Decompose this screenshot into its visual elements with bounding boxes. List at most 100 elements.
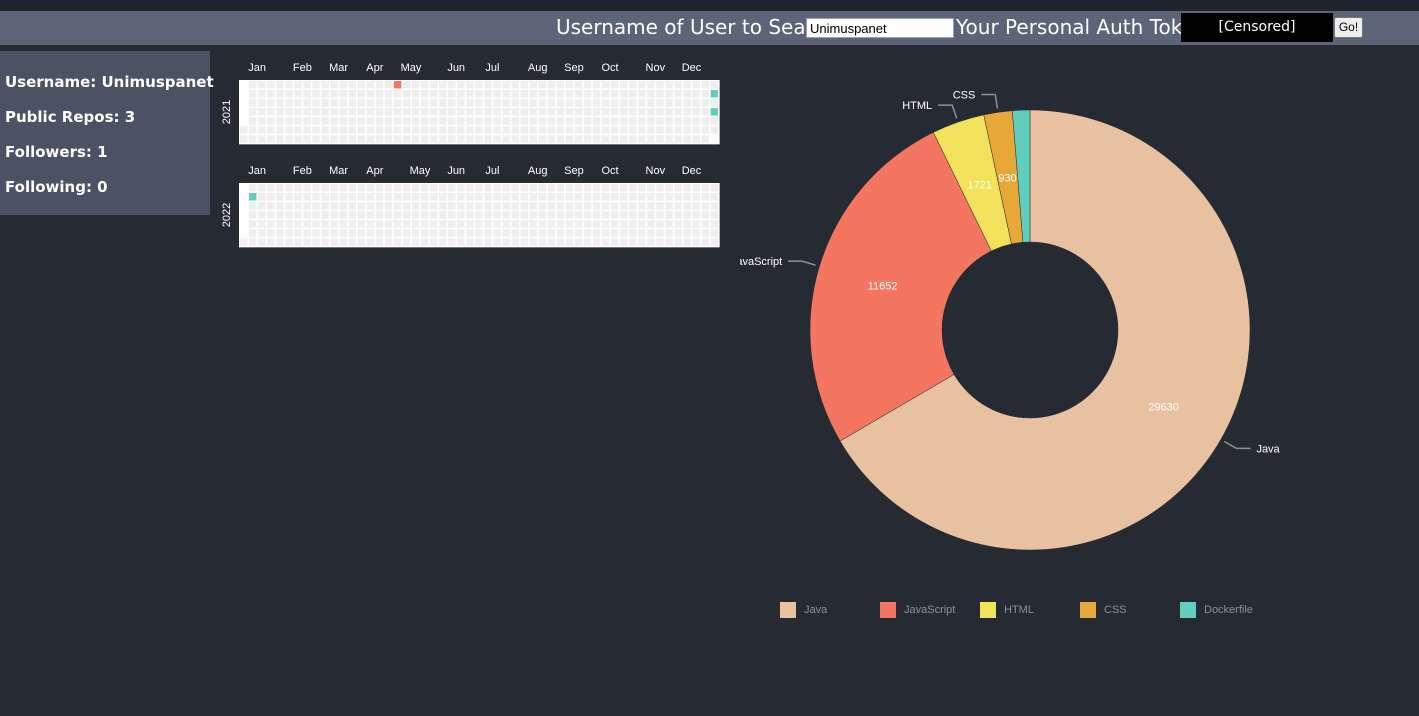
- calendar-day: [538, 135, 547, 143]
- calendar-day: [421, 202, 429, 210]
- slice-link-line: [1223, 440, 1251, 450]
- calendar-day: [592, 108, 601, 116]
- username-search-input[interactable]: [806, 18, 954, 38]
- calendar-day: [592, 117, 601, 125]
- calendar-day: [267, 238, 275, 246]
- calendar-day: [339, 184, 347, 192]
- calendar-day: [592, 135, 601, 143]
- calendar-day: [366, 238, 375, 246]
- calendar-day: [357, 238, 366, 246]
- auth-token-input[interactable]: [Censored]: [1181, 13, 1333, 42]
- calendar-day: [602, 184, 610, 192]
- calendar-day: [592, 238, 601, 246]
- calendar-day: [439, 126, 447, 134]
- calendar-day: [384, 211, 393, 219]
- calendar-day: [692, 135, 700, 143]
- calendar-day: [267, 108, 275, 116]
- calendar-day: [611, 117, 619, 125]
- calendar-day: [701, 193, 709, 201]
- calendar-month-label: Oct: [601, 165, 618, 177]
- calendar-day: [647, 126, 655, 134]
- calendar-day: [602, 108, 610, 116]
- calendar-day: [303, 117, 311, 125]
- calendar-day: [520, 135, 528, 143]
- calendar-day: [258, 126, 266, 134]
- calendar-day: [656, 117, 664, 125]
- calendar-day: [330, 126, 338, 134]
- legend-label-css: CSS: [1104, 604, 1127, 616]
- calendar-day: [267, 211, 275, 219]
- calendar-day: [665, 117, 673, 125]
- calendar-day: [375, 211, 384, 219]
- calendar-day: [294, 81, 302, 89]
- calendar-day: [393, 229, 402, 237]
- calendar-day: [421, 99, 429, 107]
- calendar-day: [448, 193, 456, 201]
- calendar-day: [439, 202, 447, 210]
- calendar-day: [638, 184, 646, 192]
- legend-label-html: HTML: [1004, 604, 1034, 616]
- calendar-day: [384, 135, 393, 143]
- calendar-day: [701, 108, 709, 116]
- calendar-day: [430, 90, 438, 98]
- calendar-day: [538, 99, 547, 107]
- calendar-day: [312, 184, 320, 192]
- calendar-day: [402, 184, 411, 192]
- calendar-day: [620, 135, 628, 143]
- calendar-day: [312, 117, 320, 125]
- calendar-day: [493, 99, 501, 107]
- calendar-day: [411, 202, 420, 210]
- calendar-day: [520, 99, 528, 107]
- calendar-day: [457, 135, 465, 143]
- calendar-day: [439, 81, 447, 89]
- calendar-day: [484, 117, 492, 125]
- calendar-day: [611, 229, 619, 237]
- calendar-day: [620, 202, 628, 210]
- go-button[interactable]: Go!: [1334, 17, 1363, 38]
- calendar-day: [511, 99, 519, 107]
- calendar-day: [502, 193, 510, 201]
- calendar-day: [629, 126, 637, 134]
- calendar-day: [457, 220, 465, 228]
- calendar-day: [511, 229, 519, 237]
- calendar-day: [421, 117, 429, 125]
- calendar-day: [258, 90, 266, 98]
- calendar-day: [249, 238, 257, 246]
- calendar-month-label: Apr: [366, 62, 383, 74]
- calendar-day: [448, 117, 456, 125]
- calendar-day: [267, 202, 275, 210]
- calendar-day: [240, 126, 248, 134]
- calendar-day: [638, 135, 646, 143]
- calendar-day: [312, 135, 320, 143]
- calendar-day: [339, 126, 347, 134]
- calendar-day: [502, 81, 510, 89]
- calendar-day: [421, 108, 429, 116]
- calendar-day: [674, 108, 682, 116]
- calendar-day: [339, 193, 347, 201]
- calendar-day: [611, 90, 619, 98]
- calendar-day: [258, 229, 266, 237]
- slice-name-label: CSS: [953, 90, 976, 102]
- calendar-day: [592, 81, 601, 89]
- calendar-day: [674, 202, 682, 210]
- calendar-day: [529, 117, 537, 125]
- calendar-day: [529, 90, 537, 98]
- calendar-day: [710, 117, 718, 125]
- calendar-month-label: Jun: [447, 62, 465, 74]
- calendar-day: [312, 108, 320, 116]
- calendar-day: [402, 90, 411, 98]
- calendar-day: [276, 81, 284, 89]
- calendar-day: [366, 117, 375, 125]
- calendar-day: [665, 193, 673, 201]
- calendar-day: [285, 126, 293, 134]
- calendar-day: [357, 108, 366, 116]
- calendar-day: [674, 99, 682, 107]
- calendar-day: [339, 117, 347, 125]
- calendar-day: [330, 81, 338, 89]
- calendar-day: [502, 220, 510, 228]
- calendar-day: [393, 184, 402, 192]
- calendar-day: [592, 211, 601, 219]
- calendar-day: [520, 202, 528, 210]
- calendar-month-label: Jul: [485, 165, 499, 177]
- calendar-day: [267, 135, 275, 143]
